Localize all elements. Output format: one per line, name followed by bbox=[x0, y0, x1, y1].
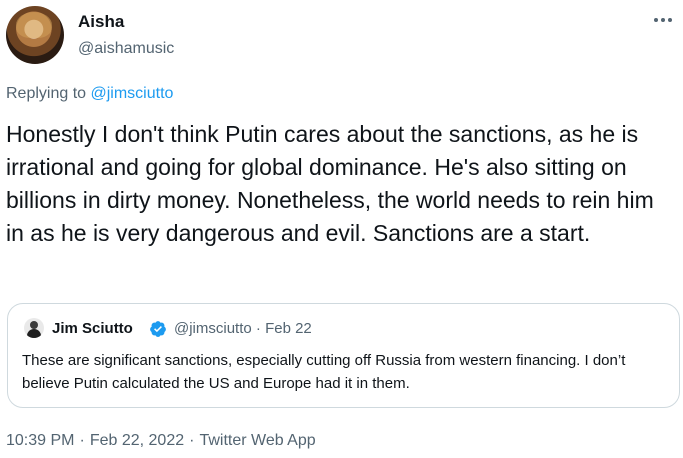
tweet-time[interactable]: 10:39 PM bbox=[6, 432, 74, 449]
verified-badge-icon bbox=[150, 321, 166, 337]
tweet-footer: 10:39 PM · Feb 22, 2022 · Twitter Web App bbox=[6, 431, 316, 451]
replying-to-label: Replying to bbox=[6, 85, 91, 102]
tweet-text: Honestly I don't think Putin cares about… bbox=[6, 121, 654, 246]
author-handle[interactable]: @aishamusic bbox=[78, 39, 174, 59]
replying-to: Replying to @jimsciutto bbox=[6, 84, 173, 104]
author-avatar[interactable] bbox=[6, 6, 64, 64]
more-options-button[interactable] bbox=[651, 8, 675, 32]
quoted-handle-date: @jimsciutto · Feb 22 bbox=[174, 320, 312, 337]
replying-to-link[interactable]: @jimsciutto bbox=[91, 85, 174, 102]
separator-dot: · bbox=[189, 432, 195, 449]
more-dots-icon bbox=[654, 18, 672, 22]
quoted-author-name[interactable]: Jim Sciutto bbox=[52, 320, 133, 338]
quoted-author-avatar[interactable] bbox=[24, 318, 44, 338]
tweet-source[interactable]: Twitter Web App bbox=[199, 432, 315, 449]
quoted-text: These are significant sanctions, especia… bbox=[22, 352, 626, 392]
quoted-tweet[interactable]: Jim Sciutto @jimsciutto · Feb 22 These a… bbox=[7, 303, 680, 408]
author-name[interactable]: Aisha bbox=[78, 12, 124, 32]
tweet-date[interactable]: Feb 22, 2022 bbox=[90, 432, 184, 449]
separator-dot: · bbox=[79, 432, 85, 449]
tweet-header: Aisha @aishamusic bbox=[6, 6, 677, 68]
